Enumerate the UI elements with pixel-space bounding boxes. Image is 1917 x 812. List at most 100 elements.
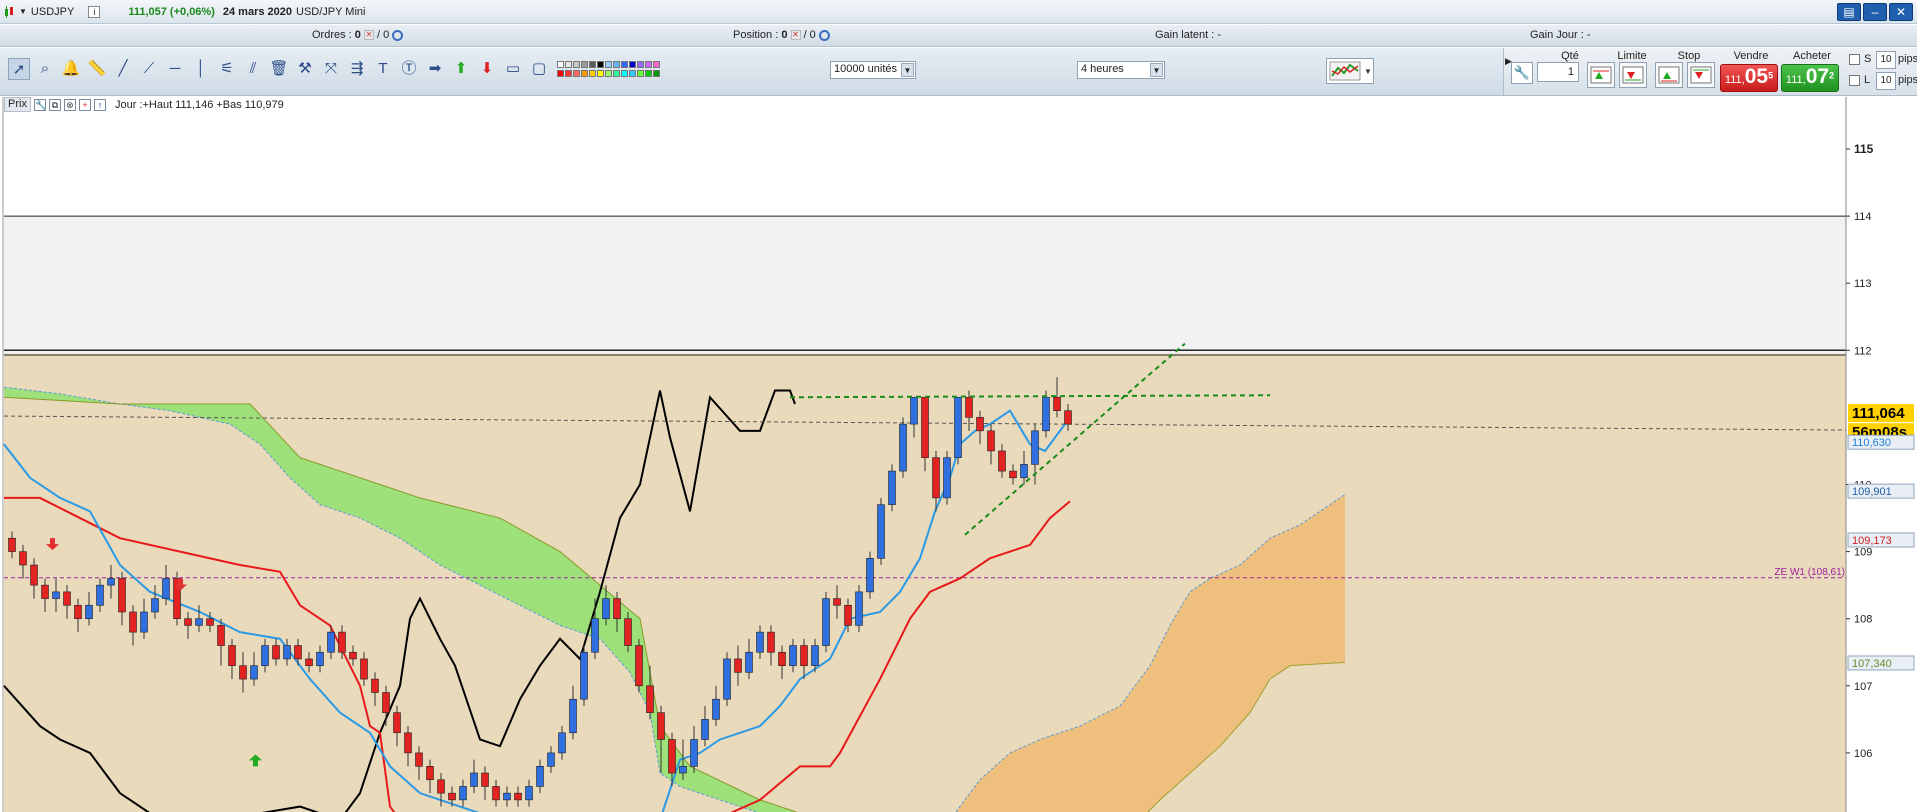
chevron-down-icon[interactable]: ▼	[901, 63, 914, 77]
chevron-down-icon[interactable]: ▼	[1150, 63, 1163, 77]
text-tool-icon[interactable]: T	[372, 58, 394, 80]
color-swatch[interactable]	[613, 70, 620, 77]
color-swatch[interactable]	[637, 70, 644, 77]
arrow-tool-icon[interactable]: ➡	[424, 58, 446, 80]
candle-body	[250, 665, 258, 680]
orders-settings-icon[interactable]	[392, 29, 404, 41]
window-icon[interactable]: ⧉	[48, 98, 61, 111]
timeframe-select[interactable]: 4 heures ▼	[1077, 61, 1165, 79]
magnet-tool-icon[interactable]: ⚒	[294, 58, 316, 80]
vertical-line-tool-icon[interactable]: │	[190, 58, 212, 80]
color-swatch[interactable]	[565, 61, 572, 68]
rectangle-tool-icon[interactable]: ▭	[502, 58, 524, 80]
color-swatch[interactable]	[597, 61, 604, 68]
color-swatch[interactable]	[581, 61, 588, 68]
stop-checkbox[interactable]	[1849, 54, 1860, 65]
candlestick-icon[interactable]	[4, 5, 16, 18]
vendre-label: Vendre	[1733, 50, 1769, 62]
candle	[943, 450, 951, 505]
color-swatch[interactable]	[621, 61, 628, 68]
stop-pips-input[interactable]: 10	[1876, 51, 1896, 69]
trendline-tool-icon[interactable]: ⟋	[138, 58, 160, 80]
close-icon[interactable]: ⊗	[63, 98, 76, 111]
color-swatch[interactable]	[597, 70, 604, 77]
limit-checkbox[interactable]	[1849, 75, 1860, 86]
color-swatch[interactable]	[573, 70, 580, 77]
color-swatch[interactable]	[613, 61, 620, 68]
sell-button[interactable]: 111,055	[1720, 64, 1778, 92]
candle-body	[85, 604, 93, 619]
close-positions-icon[interactable]: ✕	[790, 30, 801, 41]
stop-label: Stop	[1677, 50, 1701, 62]
candle-body	[349, 651, 357, 660]
color-swatch[interactable]	[557, 61, 564, 68]
horizontal-line-tool-icon[interactable]: ─	[164, 58, 186, 80]
cancel-orders-icon[interactable]: ✕	[363, 30, 374, 41]
sell-price-main: 05	[1744, 65, 1769, 88]
label-tool-icon[interactable]: Ⓣ	[398, 58, 420, 80]
info-icon[interactable]: i	[88, 5, 101, 18]
minimize-button[interactable]: –	[1863, 3, 1887, 21]
color-swatch[interactable]	[573, 61, 580, 68]
price-chart[interactable]: ZE W1 (108,61)11511411311211010910810710…	[0, 97, 1917, 812]
prix-label[interactable]: Prix	[4, 97, 31, 112]
ruler-tool-icon[interactable]: 📏	[86, 58, 108, 80]
candle-body	[943, 457, 951, 499]
arrow-up-icon[interactable]: ↑	[93, 98, 106, 111]
candle-body	[1053, 396, 1061, 411]
color-swatch[interactable]	[645, 70, 652, 77]
price-tag-text: 109,173	[1852, 535, 1892, 547]
wrench-icon[interactable]: 🔧	[1511, 62, 1533, 84]
candle-body	[1031, 430, 1039, 465]
fibonacci-tool-icon[interactable]: ⚟	[216, 58, 238, 80]
settings-icon[interactable]: 🔧	[33, 98, 46, 111]
alert-tool-icon[interactable]: 🔔	[60, 58, 82, 80]
s-label: S	[1864, 53, 1872, 65]
zoom-tool-icon[interactable]: ⌕	[34, 58, 56, 80]
color-swatch[interactable]	[565, 70, 572, 77]
add-icon[interactable]: +	[78, 98, 91, 111]
position-settings-icon[interactable]	[818, 29, 830, 41]
color-swatch[interactable]	[557, 70, 564, 77]
color-swatch[interactable]	[605, 61, 612, 68]
channel-tool-icon[interactable]: ⫽	[242, 58, 264, 80]
color-swatch[interactable]	[581, 70, 588, 77]
candle-body	[954, 396, 962, 458]
symbol-name[interactable]: USDJPY	[31, 6, 74, 18]
candle-body	[833, 598, 841, 606]
color-swatch[interactable]	[629, 70, 636, 77]
candle-body	[558, 732, 566, 754]
stop-sell-button[interactable]	[1687, 62, 1715, 88]
delete-tool-icon[interactable]: 🗑	[268, 58, 290, 80]
color-swatch[interactable]	[629, 61, 636, 68]
color-swatch[interactable]	[637, 61, 644, 68]
limit-sell-button[interactable]	[1619, 62, 1647, 88]
candle-body	[503, 792, 511, 801]
units-select[interactable]: 10000 unités ▼	[830, 61, 916, 79]
symbol-dropdown-icon[interactable]: ▼	[19, 7, 27, 16]
color-swatch[interactable]	[653, 70, 660, 77]
ellipse-tool-icon[interactable]: ▢	[528, 58, 550, 80]
arrow-up-tool-icon[interactable]: ⬆	[450, 58, 472, 80]
restore-button[interactable]: ▤	[1837, 3, 1861, 21]
limit-buy-button[interactable]	[1587, 62, 1615, 88]
stop-buy-button[interactable]	[1655, 62, 1683, 88]
color-swatch[interactable]	[589, 61, 596, 68]
pointer-tool-icon[interactable]: ➚	[8, 58, 30, 80]
line-tool-icon[interactable]: ╱	[112, 58, 134, 80]
pitchfork-tool-icon[interactable]: ⤧	[320, 58, 342, 80]
buy-button[interactable]: 111,072	[1781, 64, 1839, 92]
limit-pips-input[interactable]: 10	[1876, 72, 1896, 90]
close-button[interactable]: ✕	[1889, 3, 1913, 21]
price-tag: 111,064	[1848, 404, 1914, 423]
indicators-button[interactable]: ▼	[1326, 58, 1374, 84]
color-swatch[interactable]	[645, 61, 652, 68]
parallel-tool-icon[interactable]: ⇶	[346, 58, 368, 80]
color-swatch[interactable]	[653, 61, 660, 68]
color-swatch[interactable]	[605, 70, 612, 77]
arrow-down-tool-icon[interactable]: ⬇	[476, 58, 498, 80]
color-swatch[interactable]	[589, 70, 596, 77]
quantity-input[interactable]: 1	[1537, 62, 1579, 82]
chart-area[interactable]: ZE W1 (108,61)11511411311211010910810710…	[0, 97, 1917, 812]
color-swatch[interactable]	[621, 70, 628, 77]
